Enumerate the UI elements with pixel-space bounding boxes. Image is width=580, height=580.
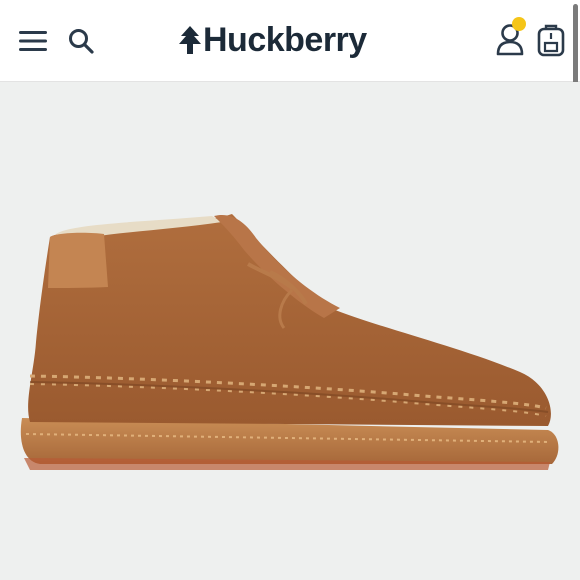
logo-text: Huckberry xyxy=(203,21,367,59)
tree-logo-icon xyxy=(179,26,201,54)
menu-button[interactable] xyxy=(14,22,52,60)
huckberry-logo[interactable]: Huckberry xyxy=(178,18,367,62)
site-header: Huckberry xyxy=(0,0,580,82)
search-button[interactable] xyxy=(62,22,100,60)
product-image-area xyxy=(0,82,580,580)
search-icon xyxy=(69,29,94,54)
hamburger-menu-icon xyxy=(19,31,47,51)
notification-badge xyxy=(512,17,526,31)
product-image[interactable] xyxy=(0,82,580,580)
backpack-cart-icon xyxy=(537,24,565,57)
cart-button[interactable] xyxy=(532,20,570,60)
